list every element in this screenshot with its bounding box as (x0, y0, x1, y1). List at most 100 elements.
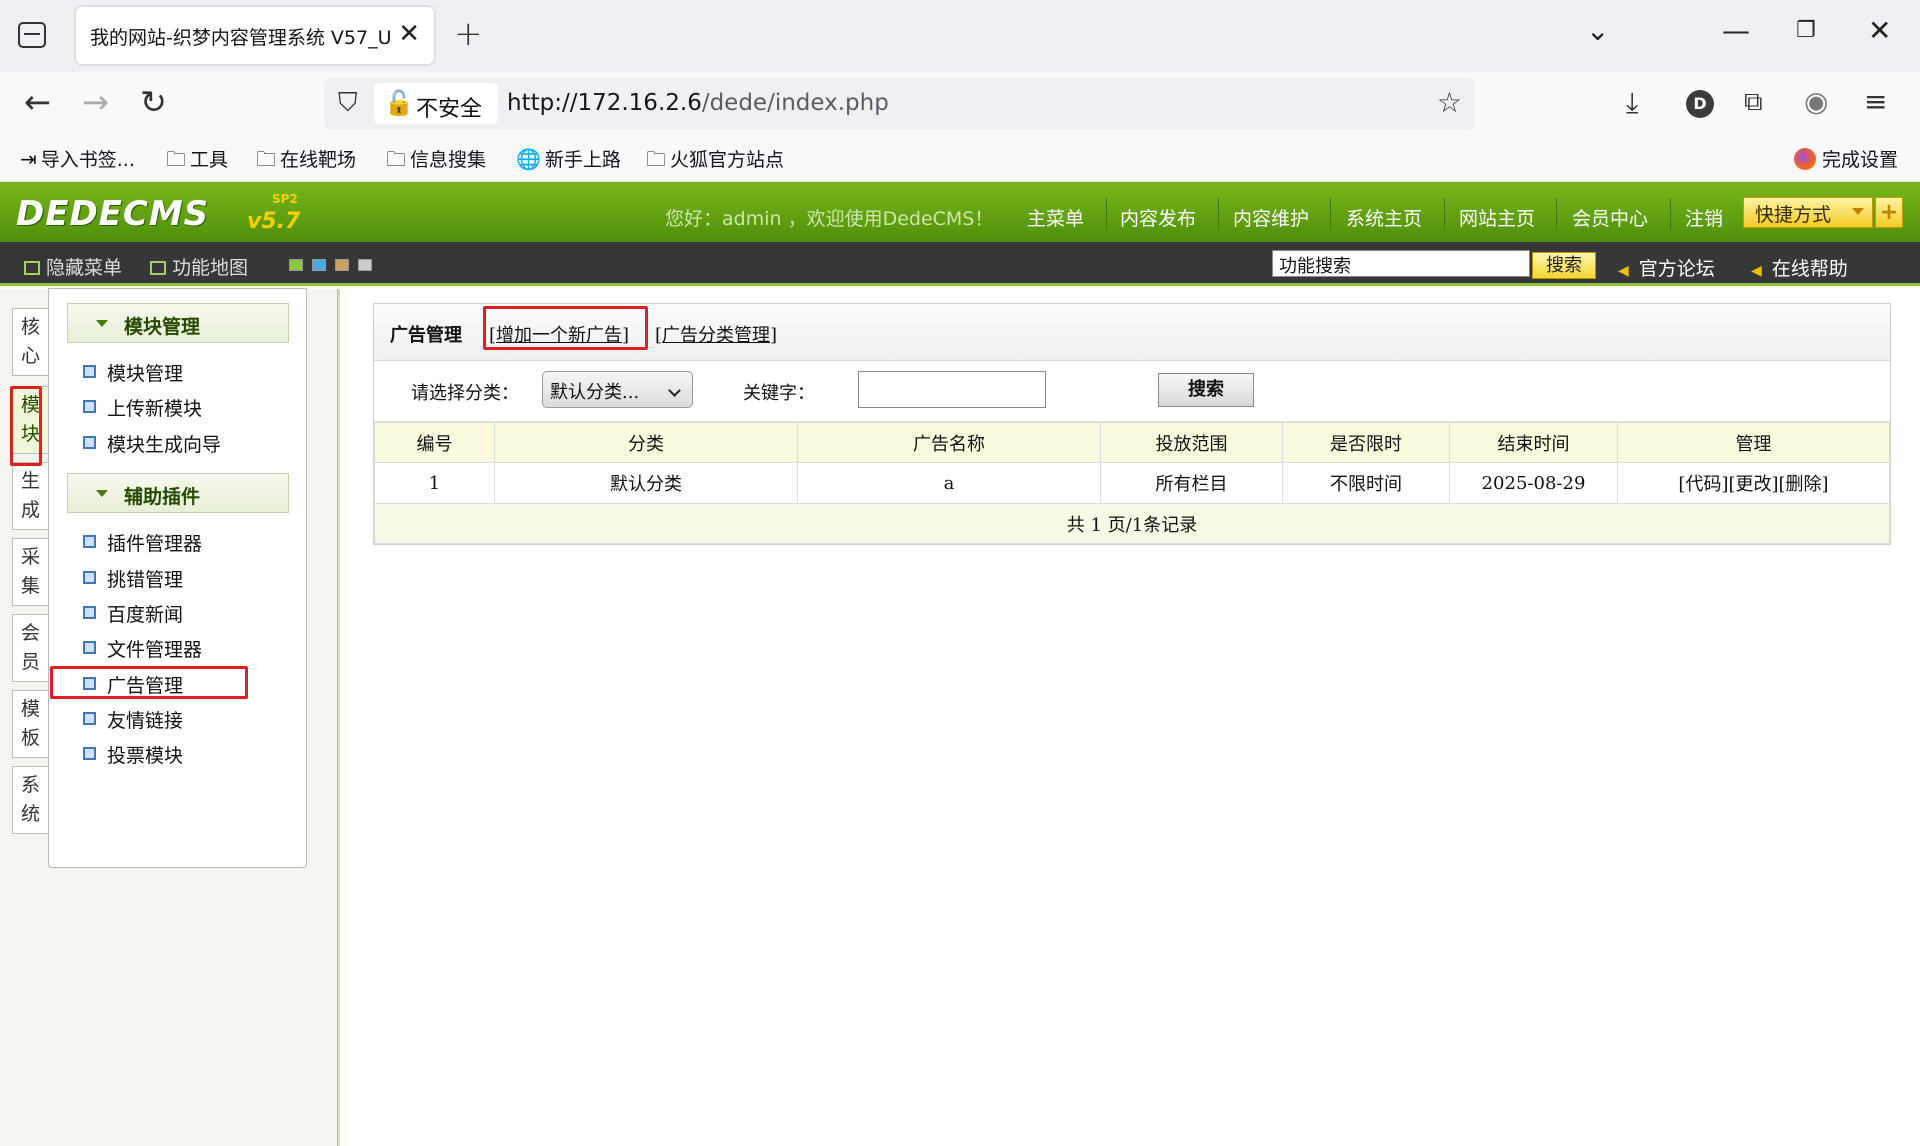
theme-swatch-gray[interactable] (358, 259, 372, 271)
hide-menu-label: 隐藏菜单 (46, 257, 123, 279)
minimize-icon[interactable]: — (1722, 14, 1750, 47)
online-help-link[interactable]: ◀ 在线帮助 (1751, 254, 1848, 281)
category-label: 请选择分类： (411, 383, 519, 404)
globe-icon: 🌐 (516, 147, 541, 171)
topnav-system-home[interactable]: 系统主页 (1346, 204, 1422, 231)
menu-item-plugin-manager[interactable]: 插件管理器 (83, 529, 202, 556)
side-tab-generate[interactable]: 生成 (12, 462, 48, 530)
table-header-row: 编号 分类 广告名称 投放范围 是否限时 结束时间 管理 (374, 422, 1890, 463)
hide-menu-button[interactable]: 隐藏菜单 (24, 253, 122, 280)
menu-group-module-manage[interactable]: 模块管理 (67, 303, 289, 343)
official-forum-link[interactable]: ◀ 官方论坛 (1618, 254, 1715, 281)
side-tab-member[interactable]: 会员 (12, 614, 48, 682)
bookmark-folder-firefox[interactable]: 🗀 火狐官方站点 (646, 145, 784, 179)
profile-avatar[interactable]: D (1686, 90, 1714, 118)
security-label: 不安全 (416, 97, 483, 122)
menu-item-baidu-news[interactable]: 百度新闻 (83, 600, 183, 627)
site-security-button[interactable]: 🔓 不安全 (374, 83, 498, 124)
menu-item-friend-links[interactable]: 友情链接 (83, 706, 183, 733)
url-text[interactable]: http://172.16.2.6/dede/index.php (507, 90, 889, 116)
theme-swatch-brown[interactable] (335, 259, 349, 271)
menu-item-file-manager[interactable]: 文件管理器 (83, 635, 202, 662)
bookmark-folder-tools[interactable]: 🗀 工具 (166, 145, 228, 179)
side-tab-system[interactable]: 系统 (12, 766, 48, 834)
nav-separator (1330, 198, 1331, 230)
topnav-main-menu[interactable]: 主菜单 (1027, 204, 1084, 231)
add-quick-link-button[interactable]: + (1875, 197, 1903, 228)
finish-setup-button[interactable]: 完成设置 (1793, 145, 1898, 172)
highlight-add-new-ad (483, 306, 648, 350)
function-search-input[interactable]: 功能搜索 (1272, 250, 1530, 277)
function-search-button[interactable]: 搜索 (1532, 252, 1596, 279)
tab-overflow-chevron-icon[interactable]: ⌄ (1586, 14, 1609, 47)
bookmark-getting-started[interactable]: 🌐 新手上路 (516, 145, 621, 172)
topnav-member-center[interactable]: 会员中心 (1572, 204, 1648, 231)
reload-icon[interactable]: ↻ (140, 83, 167, 121)
col-manage: 管理 (1617, 422, 1890, 463)
menu-item-upload-module[interactable]: 上传新模块 (83, 394, 202, 421)
back-icon[interactable]: ← (24, 83, 51, 121)
ad-category-link[interactable]: [广告分类管理] (655, 321, 777, 347)
side-tab-core[interactable]: 核心 (12, 308, 48, 376)
sitemap-button[interactable]: 功能地图 (150, 253, 248, 280)
highlight-module-tab (10, 386, 42, 466)
col-ad-name: 广告名称 (797, 422, 1101, 463)
col-end-time: 结束时间 (1449, 422, 1618, 463)
frame-divider[interactable] (337, 289, 340, 1146)
url-bar[interactable]: ⛉ 🔓 不安全 http://172.16.2.6/dede/index.php… (324, 78, 1474, 129)
forward-icon[interactable]: → (82, 83, 109, 121)
logo-sp: SP2 (272, 192, 298, 206)
tracking-shield-icon[interactable]: ⛉ (338, 88, 358, 119)
cell-ad-name: a (797, 462, 1101, 504)
category-select[interactable]: 默认分类... (542, 371, 693, 408)
menu-item-vote-module[interactable]: 投票模块 (83, 741, 183, 768)
hide-menu-icon (24, 261, 40, 275)
import-icon: ⇥ (20, 147, 37, 171)
insecure-lock-icon: 🔓 (384, 89, 414, 117)
topnav-site-home[interactable]: 网站主页 (1459, 204, 1535, 231)
nav-separator (1106, 198, 1107, 230)
bookmark-import[interactable]: ⇥ 导入书签... (20, 145, 135, 172)
topnav-logout[interactable]: 注销 (1685, 204, 1723, 231)
downloads-icon[interactable]: ⤓ (1626, 86, 1638, 120)
search-button[interactable]: 搜索 (1158, 373, 1254, 407)
restore-icon[interactable]: ❐ (1796, 18, 1816, 43)
topnav-maintain[interactable]: 内容维护 (1233, 204, 1309, 231)
folder-icon: 🗀 (646, 147, 666, 171)
grid-icon (150, 261, 166, 275)
logo-version: v5.7 (247, 209, 301, 234)
keyword-input[interactable] (858, 371, 1046, 408)
app-menu-icon[interactable]: ≡ (1864, 85, 1887, 118)
theme-swatch-blue[interactable] (312, 259, 326, 271)
bookmark-label: 火狐官方站点 (670, 149, 785, 171)
new-tab-icon[interactable]: + (454, 14, 483, 54)
extensions-icon[interactable]: ⧉ (1744, 87, 1763, 118)
tab-close-icon[interactable]: ✕ (398, 19, 420, 49)
tab-list-icon[interactable] (18, 22, 46, 48)
side-tab-template[interactable]: 模板 (12, 690, 48, 758)
theme-swatch-green[interactable] (289, 259, 303, 271)
close-window-icon[interactable]: ✕ (1868, 14, 1891, 47)
bookmarks-bar: ⇥ 导入书签... 🗀 工具 🗀 在线靶场 🗀 信息搜集 🌐 新手上路 🗀 火狐官方站点 完… (0, 136, 1920, 182)
extension-circle-icon[interactable]: ◉ (1804, 85, 1828, 118)
quick-links-dropdown[interactable]: 快捷方式 (1743, 197, 1873, 228)
bookmark-label: 新手上路 (544, 149, 621, 171)
side-tab-collect[interactable]: 采集 (12, 538, 48, 606)
menu-group-plugins[interactable]: 辅助插件 (67, 473, 289, 513)
col-id: 编号 (374, 422, 495, 463)
bookmark-star-icon[interactable]: ☆ (1437, 86, 1462, 119)
pagination-row: 共 1 页/1条记录 (374, 503, 1890, 544)
code-link[interactable]: [代码] (1678, 474, 1728, 495)
delete-link[interactable]: [删除] (1779, 474, 1829, 495)
menu-item-error-report[interactable]: 挑错管理 (83, 565, 183, 592)
browser-tab-active[interactable]: 我的网站-织梦内容管理系统 V57_U ✕ (76, 7, 434, 64)
bookmark-folder-info[interactable]: 🗀 信息搜集 (386, 145, 486, 179)
edit-link[interactable]: [更改] (1728, 474, 1778, 495)
menu-item-module-manage[interactable]: 模块管理 (83, 359, 183, 386)
nav-separator (1556, 198, 1557, 230)
cell-scope: 所有栏目 (1100, 462, 1283, 504)
menu-item-module-wizard[interactable]: 模块生成向导 (83, 430, 221, 457)
topnav-publish[interactable]: 内容发布 (1120, 204, 1196, 231)
url-path: /dede/index.php (701, 90, 889, 116)
bookmark-folder-range[interactable]: 🗀 在线靶场 (256, 145, 356, 179)
